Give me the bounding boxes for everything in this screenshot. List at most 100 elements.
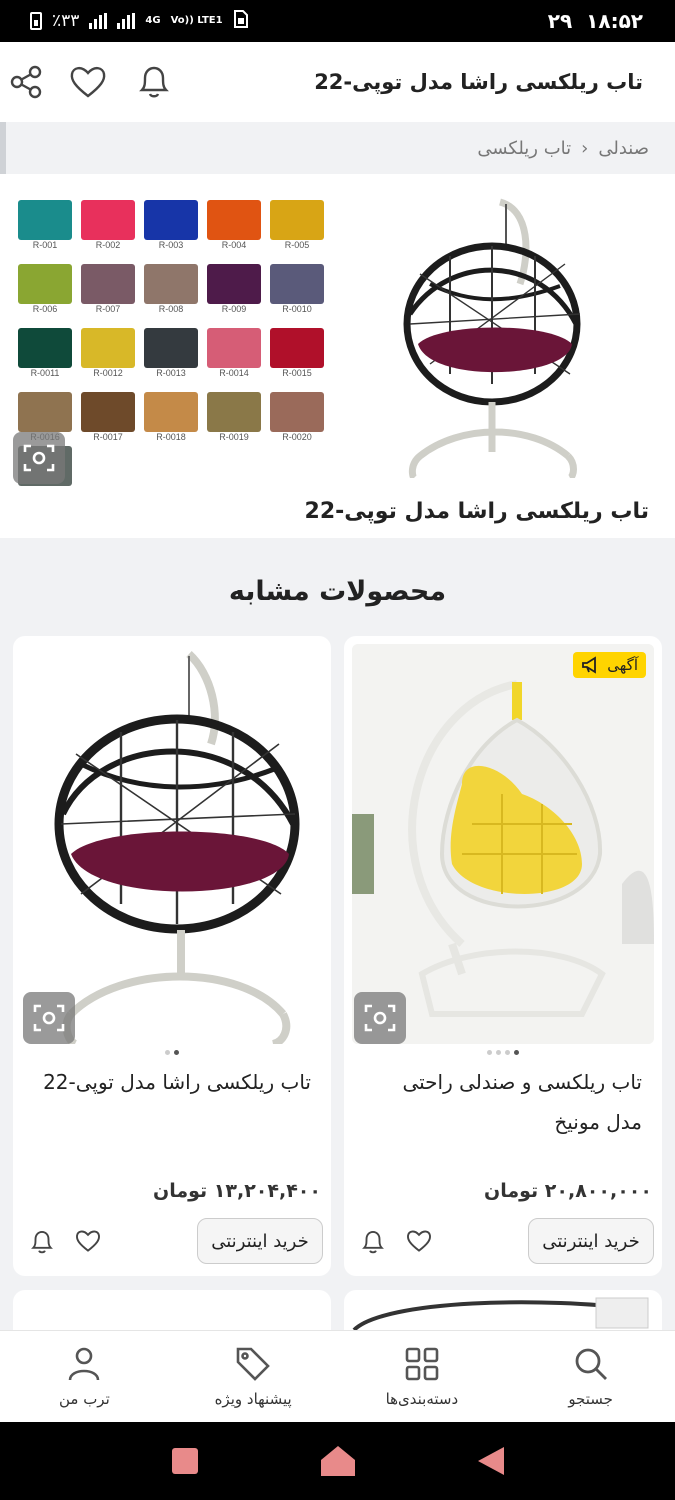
color-swatch-code: R-0010 xyxy=(282,304,312,314)
nav-label-search: جستجو xyxy=(568,1389,613,1408)
color-swatch-code: R-003 xyxy=(158,240,184,250)
color-swatch xyxy=(144,328,198,368)
status-bar: ٪۳۳ 4G Vo)) LTE1 ۲۹ ۱۸:۵۲ xyxy=(0,0,675,42)
color-swatch-code: R-0017 xyxy=(93,432,123,442)
breadcrumb: تاب ریلکسی › صندلی xyxy=(0,122,675,174)
share-icon xyxy=(10,65,42,99)
color-swatch xyxy=(144,200,198,240)
product-card-image[interactable] xyxy=(21,644,323,1044)
card-actions xyxy=(360,1228,432,1256)
color-swatch-code: R-0011 xyxy=(30,368,60,378)
color-swatch-code: R-0014 xyxy=(219,368,249,378)
tag-icon xyxy=(236,1347,270,1381)
color-swatch xyxy=(81,264,135,304)
bell-icon[interactable] xyxy=(29,1228,55,1256)
favorite-button[interactable] xyxy=(68,62,108,102)
color-swatch-code: R-002 xyxy=(95,240,121,250)
product-card-image[interactable]: آگهی xyxy=(352,644,654,1044)
bell-icon[interactable] xyxy=(360,1228,386,1256)
color-swatch xyxy=(18,200,72,240)
egg-swing-chair-image xyxy=(352,644,654,1044)
signal-icon xyxy=(89,13,108,29)
color-swatch-code: R-0020 xyxy=(282,432,312,442)
bell-icon xyxy=(139,66,169,98)
notify-button[interactable] xyxy=(134,62,174,102)
image-search-button[interactable] xyxy=(13,432,65,484)
nav-categories[interactable]: دسته‌بندی‌ها xyxy=(347,1346,497,1408)
heart-icon xyxy=(70,67,106,98)
card-actions xyxy=(29,1228,101,1256)
color-swatch xyxy=(18,392,72,432)
color-swatch xyxy=(18,328,72,368)
buy-online-button[interactable]: خرید اینترنتی xyxy=(197,1218,323,1264)
color-swatch-code: R-005 xyxy=(284,240,310,250)
color-swatch xyxy=(270,264,324,304)
color-swatch-code: R-007 xyxy=(95,304,121,314)
megaphone-icon xyxy=(582,656,597,674)
color-swatch xyxy=(81,392,135,432)
color-swatch xyxy=(270,392,324,432)
product-gallery[interactable]: R-001 R-002 R-003 R-004 R-005 R-006 R-007 R-008… xyxy=(0,174,675,490)
color-swatch xyxy=(270,200,324,240)
home-icon[interactable] xyxy=(319,1444,357,1478)
color-swatch-chart: R-001 R-002 R-003 R-004 R-005 R-006 R-007 R-008… xyxy=(18,198,328,486)
breadcrumb-item-chair[interactable]: صندلی xyxy=(598,138,649,159)
color-swatch xyxy=(81,200,135,240)
color-swatch xyxy=(207,200,261,240)
color-swatch-code: R-0018 xyxy=(156,432,186,442)
status-date: ۲۹ xyxy=(547,9,573,33)
color-swatch-code: R-0012 xyxy=(93,368,123,378)
heart-icon[interactable] xyxy=(406,1228,432,1254)
color-swatch-code: R-0013 xyxy=(156,368,186,378)
color-swatch xyxy=(207,328,261,368)
grid-icon xyxy=(405,1347,439,1380)
nav-label-profile: ترب من xyxy=(58,1389,110,1408)
heart-icon[interactable] xyxy=(75,1228,101,1254)
product-price: ۱۳,۲۰۴,۴۰۰ تومان xyxy=(153,1180,321,1202)
color-swatch xyxy=(18,264,72,304)
share-button[interactable] xyxy=(6,62,46,102)
product-price: ۲۰,۸۰۰,۰۰۰ تومان xyxy=(484,1180,652,1202)
round-swing-chair-image xyxy=(54,651,300,1044)
page-title: تاب ریلکسی راشا مدل توپی-22 xyxy=(314,70,643,94)
ad-label: آگهی xyxy=(607,656,638,674)
search-icon xyxy=(575,1348,607,1380)
signal-icon-2 xyxy=(117,13,136,29)
screen: ٪۳۳ 4G Vo)) LTE1 ۲۹ ۱۸:۵۲ تاب ریلکسی راش… xyxy=(0,0,675,1500)
color-swatch xyxy=(207,264,261,304)
app-bar-actions xyxy=(6,62,174,102)
sim-icon xyxy=(233,9,249,33)
color-swatch-code: R-006 xyxy=(32,304,58,314)
breadcrumb-separator: › xyxy=(581,137,589,159)
product-card-rasha[interactable]: تاب ریلکسی راشا مدل توپی-22 ۱۳,۲۰۴,۴۰۰ ت… xyxy=(13,636,331,1276)
color-swatch xyxy=(81,328,135,368)
breadcrumb-item-swing[interactable]: تاب ریلکسی xyxy=(477,138,571,159)
product-title: تاب ریلکسی راشا مدل توپی-22 xyxy=(0,490,675,538)
nav-profile[interactable]: ترب من xyxy=(9,1346,159,1408)
carousel-dots xyxy=(13,1050,331,1055)
color-swatch-code: R-001 xyxy=(32,240,58,250)
nav-special-offers[interactable]: پیشنهاد ویژه xyxy=(178,1346,328,1408)
color-swatch xyxy=(207,392,261,432)
back-icon[interactable] xyxy=(476,1445,506,1477)
color-swatch xyxy=(144,264,198,304)
recents-icon[interactable] xyxy=(170,1446,200,1476)
system-navigation-bar xyxy=(0,1422,675,1500)
camera-search-icon xyxy=(364,1004,396,1032)
color-swatch-code: R-009 xyxy=(221,304,247,314)
image-search-button[interactable] xyxy=(23,992,75,1044)
product-card-munich[interactable]: آگهی تاب ریلکسی و صندلی راحتی مدل مونیخ … xyxy=(344,636,662,1276)
product-name[interactable]: تاب ریلکسی و صندلی راحتی مدل مونیخ xyxy=(372,1062,642,1142)
status-time: ۱۸:۵۲ xyxy=(586,9,643,33)
product-name[interactable]: تاب ریلکسی راشا مدل توپی-22 xyxy=(41,1062,311,1102)
bottom-navigation: ترب من پیشنهاد ویژه دسته‌بندی‌ها جستجو xyxy=(0,1330,675,1422)
buy-online-button[interactable]: خرید اینترنتی xyxy=(528,1218,654,1264)
product-main-image[interactable] xyxy=(380,194,610,478)
ad-badge: آگهی xyxy=(573,652,646,678)
camera-search-icon xyxy=(33,1004,65,1032)
battery-percent: ٪۳۳ xyxy=(52,11,80,31)
nav-search[interactable]: جستجو xyxy=(516,1346,666,1408)
status-left: ٪۳۳ 4G Vo)) LTE1 xyxy=(30,9,249,33)
image-search-button[interactable] xyxy=(354,992,406,1044)
status-right: ۲۹ ۱۸:۵۲ xyxy=(548,9,643,33)
